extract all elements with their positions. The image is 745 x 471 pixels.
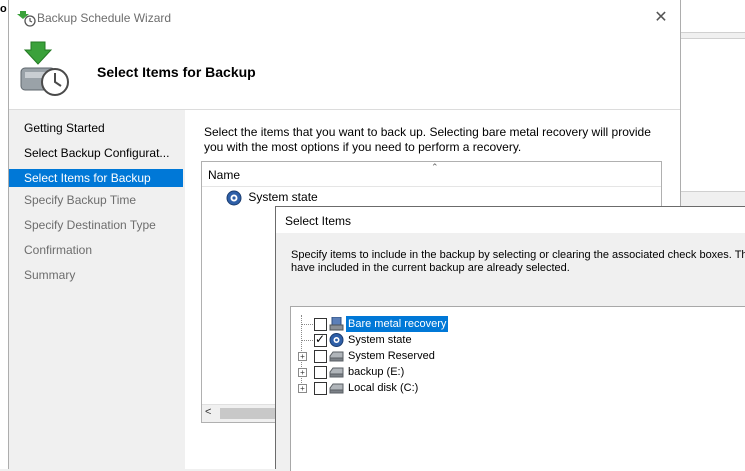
list-item-label: System state xyxy=(248,190,318,204)
page-title: Select Items for Backup xyxy=(97,64,256,80)
instructions-line-2: you with the most options if you need to… xyxy=(204,140,522,154)
dialog-titlebar: Select Items xyxy=(276,207,745,233)
wizard-title: Backup Schedule Wizard xyxy=(37,11,172,25)
local-disk-c-checkbox[interactable] xyxy=(314,382,327,395)
step-summary: Summary xyxy=(24,268,76,282)
backup-wizard-icon xyxy=(17,11,36,27)
tree-item-label: backup (E:) xyxy=(348,366,405,378)
drive-icon xyxy=(329,351,344,362)
step-select-backup-configuration[interactable]: Select Backup Configurat... xyxy=(9,144,183,162)
wizard-steps-sidebar: Getting Started Select Backup Configurat… xyxy=(9,110,185,469)
instructions-text: Select the items that you want to back u… xyxy=(204,125,674,155)
bare-metal-recovery-icon xyxy=(329,317,344,331)
system-reserved-checkbox[interactable] xyxy=(314,350,327,363)
tree-item-label: Bare metal recovery xyxy=(346,316,449,332)
wizard-titlebar: Backup Schedule Wizard ✕ xyxy=(9,0,680,36)
backup-e-checkbox[interactable] xyxy=(314,366,327,379)
tree-item-system-state[interactable]: System state xyxy=(291,332,591,348)
bare-metal-recovery-checkbox[interactable] xyxy=(314,318,327,331)
step-confirmation: Confirmation xyxy=(24,243,93,257)
backup-schedule-icon xyxy=(20,41,69,96)
expand-plus-icon[interactable]: + xyxy=(298,368,307,377)
tree-item-label: System state xyxy=(348,334,412,346)
tree-item-label: System Reserved xyxy=(348,350,435,362)
column-header-name[interactable]: Name xyxy=(208,168,240,182)
background-toolbar xyxy=(679,0,745,33)
expand-plus-icon[interactable]: + xyxy=(298,352,307,361)
background-panel xyxy=(679,38,745,192)
scroll-left-arrow-icon[interactable]: < xyxy=(205,406,211,418)
step-select-items-for-backup[interactable]: Select Items for Backup xyxy=(9,169,183,187)
close-icon: ✕ xyxy=(654,9,668,26)
step-specify-destination-type: Specify Destination Type xyxy=(24,218,156,232)
close-button[interactable]: ✕ xyxy=(649,6,673,30)
dialog-instructions-line-2: have included in the current backup are … xyxy=(291,262,570,274)
system-state-checkbox[interactable] xyxy=(314,332,327,347)
tree-item-bare-metal-recovery[interactable]: Bare metal recovery xyxy=(291,316,591,332)
tree-item-local-disk-c[interactable]: + Local disk (C:) xyxy=(291,380,591,396)
expand-plus-icon[interactable]: + xyxy=(298,384,307,393)
drive-icon xyxy=(329,367,344,378)
dialog-instructions: Specify items to include in the backup b… xyxy=(291,249,745,275)
system-state-icon xyxy=(329,333,344,347)
drive-icon xyxy=(329,383,344,394)
tree-item-label: Local disk (C:) xyxy=(348,382,419,394)
tree-connector xyxy=(301,340,315,341)
step-specify-backup-time: Specify Backup Time xyxy=(24,193,137,207)
tree-item-backup-e[interactable]: + backup (E:) xyxy=(291,364,591,380)
tree-item-system-reserved[interactable]: + System Reserved xyxy=(291,348,591,364)
instructions-line-1: Select the items that you want to back u… xyxy=(204,125,651,139)
wizard-header: Select Items for Backup xyxy=(9,36,680,110)
dialog-title: Select Items xyxy=(285,214,352,228)
tree-connector xyxy=(301,324,315,325)
select-items-dialog: Select Items Specify items to include in… xyxy=(275,206,745,471)
dialog-instructions-line-1: Specify items to include in the backup b… xyxy=(291,249,745,261)
items-tree[interactable]: Bare metal recovery System state + Syste… xyxy=(290,306,745,471)
system-state-icon xyxy=(226,190,242,206)
step-getting-started[interactable]: Getting Started xyxy=(9,119,183,137)
background-text-fragment: o xyxy=(0,3,7,15)
list-item[interactable]: System state xyxy=(226,189,318,206)
sort-chevron-icon: ⌃ xyxy=(431,162,439,172)
column-header-divider xyxy=(202,186,661,187)
